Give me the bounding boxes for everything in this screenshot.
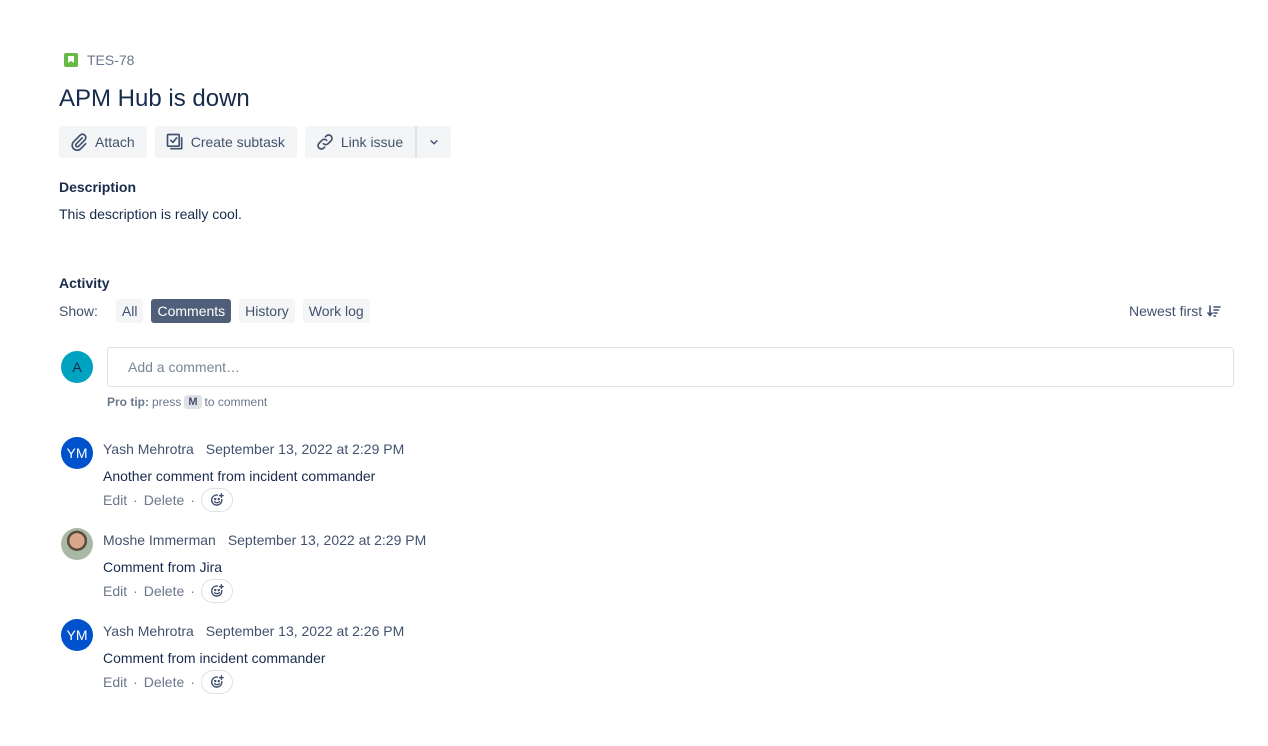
delete-comment-link[interactable]: Delete [144, 583, 184, 599]
edit-comment-link[interactable]: Edit [103, 674, 127, 690]
attach-button[interactable]: Attach [59, 126, 147, 158]
create-subtask-label: Create subtask [190, 134, 285, 150]
separator: · [190, 583, 195, 599]
comment-author[interactable]: Yash Mehrotra [103, 441, 194, 457]
add-comment-input[interactable]: Add a comment… [107, 347, 1234, 387]
pro-tip-post: to comment [204, 395, 268, 409]
separator: · [133, 674, 138, 690]
link-icon [317, 134, 333, 150]
link-issue-label: Link issue [340, 134, 404, 150]
comment-header: Moshe Immerman September 13, 2022 at 2:2… [103, 532, 426, 548]
sort-descending-icon [1207, 305, 1221, 317]
issue-key-link[interactable]: TES-78 [87, 52, 134, 68]
issue-title[interactable]: APM Hub is down [59, 85, 250, 113]
story-icon [64, 53, 78, 67]
attach-label: Attach [95, 134, 135, 150]
edit-comment-link[interactable]: Edit [103, 492, 127, 508]
comment-timestamp[interactable]: September 13, 2022 at 2:29 PM [206, 441, 404, 457]
comment-item: YM Yash Mehrotra September 13, 2022 at 2… [0, 437, 1268, 531]
separator: · [133, 492, 138, 508]
author-avatar[interactable]: YM [61, 619, 93, 651]
description-heading: Description [59, 179, 137, 195]
sort-order-button[interactable]: Newest first [1129, 303, 1221, 319]
add-reaction-button[interactable] [200, 488, 233, 512]
separator: · [133, 583, 138, 599]
link-issue-split-button: Link issue [304, 126, 452, 158]
comment-body: Comment from incident commander [103, 650, 326, 666]
activity-filter-bar: Show: All Comments History Work log [59, 299, 370, 323]
filter-worklog-button[interactable]: Work log [302, 299, 370, 323]
subtask-icon [166, 133, 183, 150]
emoji-add-icon [210, 493, 224, 506]
filter-comments-button[interactable]: Comments [151, 299, 232, 323]
more-actions-button[interactable] [417, 126, 452, 158]
filter-history-button[interactable]: History [239, 299, 295, 323]
link-issue-button[interactable]: Link issue [304, 126, 416, 158]
comment-body: Another comment from incident commander [103, 468, 376, 484]
create-subtask-button[interactable]: Create subtask [154, 126, 297, 158]
add-reaction-button[interactable] [200, 670, 233, 694]
comment-item: YM Yash Mehrotra September 13, 2022 at 2… [0, 619, 1268, 713]
sort-label: Newest first [1129, 303, 1203, 319]
separator: · [190, 674, 195, 690]
comment-header: Yash Mehrotra September 13, 2022 at 2:26… [103, 623, 404, 639]
comment-body: Comment from Jira [103, 559, 223, 575]
comment-actions: Edit · Delete · [103, 579, 233, 603]
separator: · [190, 492, 195, 508]
comment-author[interactable]: Yash Mehrotra [103, 623, 194, 639]
comment-actions: Edit · Delete · [103, 488, 233, 512]
comment-item: Moshe Immerman September 13, 2022 at 2:2… [0, 528, 1268, 622]
issue-toolbar: Attach Create subtask Link issue [59, 126, 452, 158]
pro-tip: Pro tip: press M to comment [107, 395, 267, 409]
delete-comment-link[interactable]: Delete [144, 492, 184, 508]
add-reaction-button[interactable] [200, 579, 233, 603]
description-text[interactable]: This description is really cool. [59, 206, 242, 222]
edit-comment-link[interactable]: Edit [103, 583, 127, 599]
emoji-add-icon [210, 584, 224, 597]
activity-heading: Activity [59, 275, 110, 291]
paperclip-icon [71, 133, 87, 152]
delete-comment-link[interactable]: Delete [144, 674, 184, 690]
pro-tip-label: Pro tip: [107, 395, 149, 409]
comment-timestamp[interactable]: September 13, 2022 at 2:29 PM [228, 532, 426, 548]
issue-breadcrumb: TES-78 [64, 52, 134, 68]
comment-header: Yash Mehrotra September 13, 2022 at 2:29… [103, 441, 404, 457]
comment-actions: Edit · Delete · [103, 670, 233, 694]
current-user-avatar: A [61, 351, 93, 383]
show-label: Show: [59, 303, 98, 319]
emoji-add-icon [210, 675, 224, 688]
filter-all-button[interactable]: All [115, 299, 144, 323]
author-avatar[interactable]: YM [61, 437, 93, 469]
keyboard-shortcut-key: M [184, 395, 202, 409]
chevron-down-icon [430, 140, 438, 145]
pro-tip-pre: press [152, 395, 182, 409]
comment-timestamp[interactable]: September 13, 2022 at 2:26 PM [206, 623, 404, 639]
author-avatar-photo[interactable] [61, 528, 93, 560]
comment-author[interactable]: Moshe Immerman [103, 532, 216, 548]
